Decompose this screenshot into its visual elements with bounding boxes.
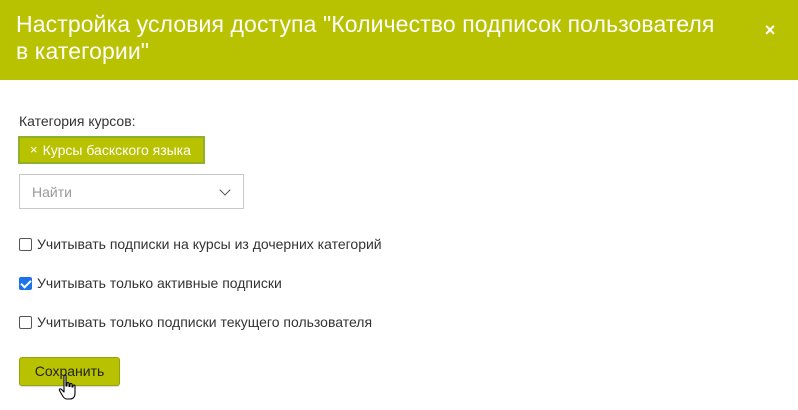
chevron-down-icon — [219, 183, 231, 196]
category-label: Категория курсов: — [19, 113, 136, 129]
category-search-select[interactable]: Найти — [19, 174, 244, 209]
tag-label: Курсы баскского языка — [42, 142, 191, 158]
active-subscriptions-label: Учитывать только активные подписки — [37, 275, 282, 291]
close-icon[interactable]: × — [760, 20, 780, 40]
selected-category-tag: × Курсы баскского языка — [18, 136, 205, 164]
child-categories-checkbox[interactable] — [19, 237, 32, 251]
dialog-title: Настройка условия доступа "Количество по… — [16, 11, 715, 64]
child-categories-label: Учитывать подписки на курсы из дочерних … — [37, 236, 382, 252]
active-subscriptions-option[interactable]: Учитывать только активные подписки — [19, 275, 282, 291]
current-user-checkbox[interactable] — [19, 315, 32, 329]
remove-tag-icon[interactable]: × — [30, 138, 38, 162]
pointer-hand-icon — [58, 374, 76, 400]
current-user-option[interactable]: Учитывать только подписки текущего польз… — [19, 314, 372, 330]
child-categories-option[interactable]: Учитывать подписки на курсы из дочерних … — [19, 236, 382, 252]
access-condition-dialog: Настройка условия доступа "Количество по… — [0, 0, 798, 410]
active-subscriptions-checkbox[interactable] — [19, 276, 32, 290]
dialog-header: Настройка условия доступа "Количество по… — [0, 0, 798, 80]
search-placeholder: Найти — [32, 183, 72, 200]
current-user-label: Учитывать только подписки текущего польз… — [37, 314, 373, 330]
